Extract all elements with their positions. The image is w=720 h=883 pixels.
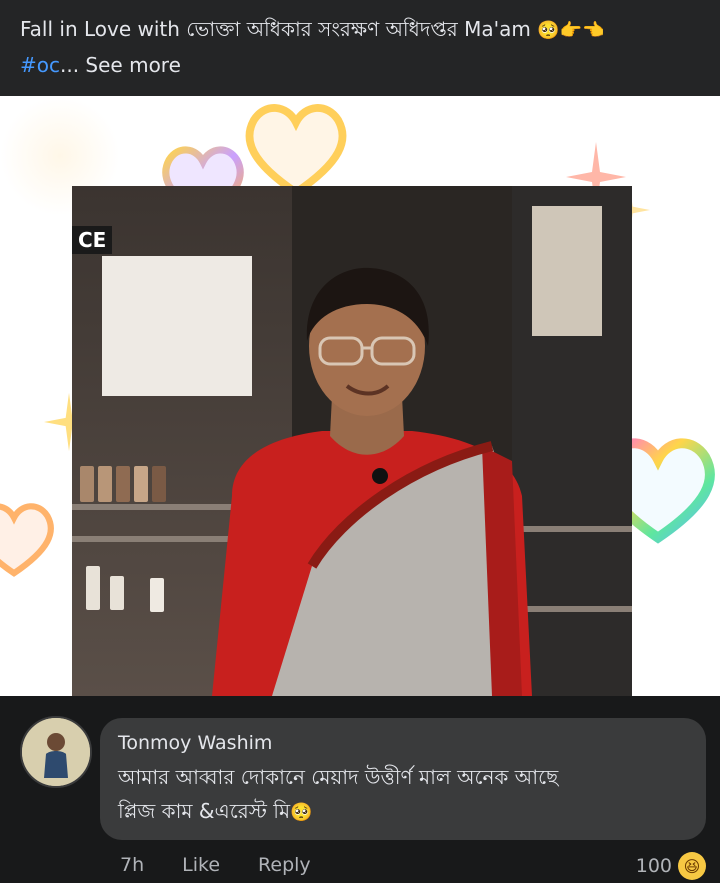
heart-icon: [0, 503, 54, 577]
product-bottle: [116, 466, 130, 502]
hashtag-link[interactable]: #oc: [20, 53, 60, 77]
commenter-avatar[interactable]: [20, 716, 92, 788]
avatar-icon: [22, 718, 90, 786]
comment-emoji: 🥺: [290, 801, 313, 823]
caption-text: Fall in Love with ভোক্তা অধিকার সংরক্ষণ …: [20, 17, 531, 41]
comment-text: আমার আব্বার দোকানে মেয়াদ উত্তীর্ণ মাল অ…: [118, 760, 688, 830]
person-figure: [212, 267, 532, 696]
product-bottle: [98, 466, 112, 502]
comment-actions: 7h Like Reply: [120, 854, 311, 876]
like-button[interactable]: Like: [182, 854, 220, 876]
store-sign: CE: [72, 226, 113, 254]
product-bottle: [150, 578, 164, 612]
product-bottle: [80, 466, 94, 502]
comment-bubble: Tonmoy Washim আমার আব্বার দোকানে মেয়াদ …: [100, 718, 706, 840]
reaction-summary[interactable]: 100 😆: [636, 852, 706, 880]
product-bottle: [110, 576, 124, 610]
post-caption: Fall in Love with ভোক্তা অধিকার সংরক্ষণ …: [0, 0, 720, 96]
comment-author[interactable]: Tonmoy Washim: [118, 730, 688, 756]
product-bottle: [134, 466, 148, 502]
light-box: [532, 206, 602, 336]
comment-text-line-2-text: প্লিজ কাম &এরেস্ট মি: [118, 799, 291, 823]
see-more-link[interactable]: ... See more: [60, 53, 181, 77]
comment-text-line-1: আমার আব্বার দোকানে মেয়াদ উত্তীর্ণ মাল অ…: [118, 765, 559, 789]
caption-emoji: 🥺👉👈: [537, 19, 605, 41]
product-bottle: [86, 566, 100, 610]
product-bottle: [152, 466, 166, 502]
heart-icon: [245, 104, 347, 198]
comment-section: Tonmoy Washim আমার আব্বার দোকানে মেয়াদ …: [0, 696, 720, 883]
caption-line-1: Fall in Love with ভোক্তা অধিকার সংরক্ষণ …: [20, 14, 700, 46]
comment-text-line-2: প্লিজ কাম &এরেস্ট মি🥺: [118, 794, 688, 830]
post-media[interactable]: CE: [0, 96, 720, 696]
haha-emoji-icon: 😆: [678, 852, 706, 880]
reaction-count: 100: [635, 855, 672, 877]
photo: CE: [72, 186, 632, 696]
comment-time[interactable]: 7h: [120, 854, 144, 876]
reply-button[interactable]: Reply: [258, 854, 311, 876]
caption-line-2: #oc... See more: [20, 50, 700, 80]
